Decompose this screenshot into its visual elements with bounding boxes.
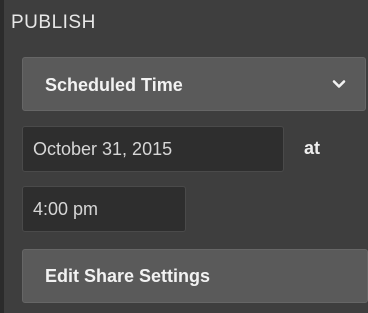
chevron-down-icon [332,80,346,88]
time-field[interactable]: 4:00 pm [22,186,186,232]
publish-panel: PUBLISH Scheduled Time October 31, 2015 … [0,0,368,313]
edit-share-settings-button[interactable]: Edit Share Settings [22,249,368,303]
date-field[interactable]: October 31, 2015 [22,126,284,172]
publish-mode-selected-label: Scheduled Time [45,75,183,95]
section-title: PUBLISH [11,12,96,33]
publish-mode-select[interactable]: Scheduled Time [22,57,366,111]
at-label: at [304,138,321,158]
